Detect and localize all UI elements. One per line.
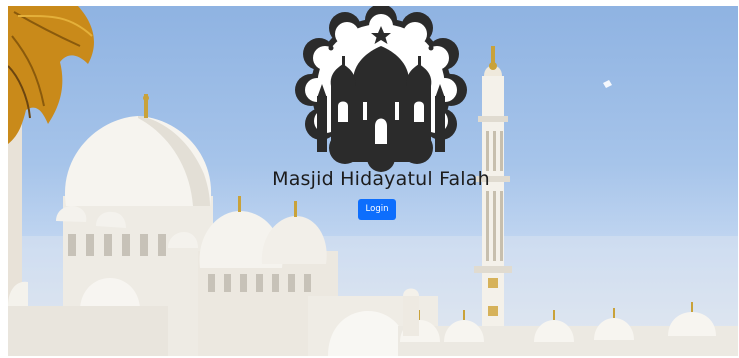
hero-background: Masjid Hidayatul Falah Login (8, 6, 738, 356)
kite-shape (603, 80, 612, 88)
login-button[interactable]: Login (358, 199, 396, 220)
site-title: Masjid Hidayatul Falah (272, 168, 490, 190)
landing-page: Masjid Hidayatul Falah Login (0, 0, 739, 358)
mosque-icon (295, 6, 467, 172)
